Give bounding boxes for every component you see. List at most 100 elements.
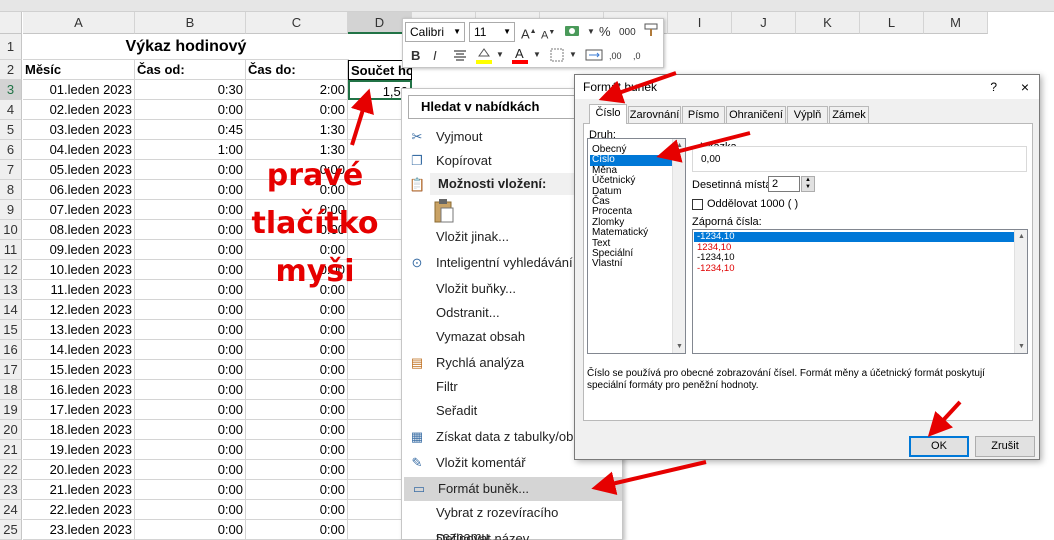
table-cell[interactable]: 0:00 [135,100,246,120]
accounting-format-icon[interactable] [563,23,583,43]
help-icon[interactable]: ? [990,75,997,99]
column-header[interactable]: A [23,12,135,34]
decrease-decimal-icon[interactable]: ,0 [633,48,641,64]
format-painter-icon[interactable] [643,22,659,42]
table-cell[interactable]: 0:00 [135,460,246,480]
table-cell[interactable]: 05.leden 2023 [23,160,135,180]
row-header[interactable]: 7 [0,160,22,180]
table-cell[interactable]: 1:00 [135,140,246,160]
negative-format-option[interactable]: -1234,10 [694,253,1014,263]
table-cell[interactable]: 0:00 [135,380,246,400]
menu-item[interactable]: ▭ Formát buněk... [404,477,622,501]
table-cell[interactable]: 0:00 [135,160,246,180]
row-header[interactable]: 11 [0,240,22,260]
column-header[interactable]: M [924,12,988,34]
table-cell[interactable]: 0:00 [135,260,246,280]
row-header[interactable]: 4 [0,100,22,120]
row-header[interactable]: 5 [0,120,22,140]
row-header[interactable]: 14 [0,300,22,320]
table-cell[interactable]: 0:00 [246,400,348,420]
table-cell[interactable]: 14.leden 2023 [23,340,135,360]
font-color-icon[interactable]: A [511,46,529,70]
table-cell[interactable]: 12.leden 2023 [23,300,135,320]
borders-icon[interactable] [549,47,565,67]
table-cell[interactable]: 04.leden 2023 [23,140,135,160]
align-center-icon[interactable] [453,48,467,66]
table-cell[interactable]: 0:00 [246,520,348,540]
table-cell[interactable]: 0:45 [135,120,246,140]
scroll-down-icon[interactable]: ▼ [673,340,686,353]
row-header[interactable]: 8 [0,180,22,200]
italic-icon[interactable]: I [433,48,437,64]
menu-item[interactable]: Vybrat z rozevíracího seznamu... [402,501,622,540]
tab-4[interactable]: Výplň [787,106,828,123]
table-cell[interactable]: 21.leden 2023 [23,480,135,500]
table-cell[interactable]: 0:00 [246,500,348,520]
table-cell[interactable]: 0:00 [135,480,246,500]
decimal-places-spinner[interactable]: ▲ ▼ [801,176,815,192]
select-all-corner[interactable] [0,12,22,34]
negative-format-option[interactable]: 1234,10 [694,242,1014,253]
paste-option-icon[interactable] [434,198,454,224]
thousands-separator-icon[interactable]: 000 [619,25,636,41]
table-cell[interactable]: 0:00 [135,220,246,240]
table-cell[interactable]: 1:30 [246,120,348,140]
row-header[interactable]: 16 [0,340,22,360]
table-cell[interactable]: 09.leden 2023 [23,240,135,260]
table-cell[interactable]: 0:00 [246,300,348,320]
table-cell[interactable]: 0:00 [246,440,348,460]
header-cell[interactable]: Měsíc [23,60,135,80]
sheet-title[interactable]: Výkaz hodinový [23,34,349,60]
header-cell[interactable]: Čas od: [135,60,246,80]
increase-decimal-icon[interactable]: ,00 [609,48,622,64]
column-header[interactable]: C [246,12,348,34]
table-cell[interactable]: 06.leden 2023 [23,180,135,200]
column-header[interactable]: L [860,12,924,34]
table-cell[interactable]: 2:00 [246,80,348,100]
table-cell[interactable]: 0:00 [246,340,348,360]
table-cell[interactable]: 0:00 [246,480,348,500]
scrollbar[interactable]: ▲ ▼ [672,139,685,353]
row-header[interactable]: 18 [0,380,22,400]
negative-format-option[interactable]: -1234,10 [694,263,1014,274]
table-cell[interactable]: 16.leden 2023 [23,380,135,400]
thousands-separator-checkbox[interactable] [692,199,703,210]
tab-2[interactable]: Písmo [682,106,725,123]
row-header[interactable]: 22 [0,460,22,480]
row-header[interactable]: 13 [0,280,22,300]
row-header[interactable]: 20 [0,420,22,440]
tab-3[interactable]: Ohraničení [726,106,786,123]
table-cell[interactable]: 0:00 [246,100,348,120]
table-cell[interactable]: 20.leden 2023 [23,460,135,480]
table-cell[interactable]: 0:00 [135,420,246,440]
table-cell[interactable]: 18.leden 2023 [23,420,135,440]
table-cell[interactable]: 07.leden 2023 [23,200,135,220]
table-cell[interactable]: 0:00 [135,340,246,360]
table-cell[interactable]: 0:00 [246,320,348,340]
scroll-up-icon[interactable]: ▲ [673,139,686,152]
header-cell[interactable]: Čas do: [246,60,348,80]
table-cell[interactable]: 02.leden 2023 [23,100,135,120]
negative-format-option[interactable]: -1234,10 [694,232,1014,242]
table-cell[interactable]: 0:00 [246,420,348,440]
row-header[interactable]: 12 [0,260,22,280]
row-header[interactable]: 21 [0,440,22,460]
font-name-dropdown[interactable]: Calibri ▼ [405,22,465,42]
row-header[interactable]: 2 [0,60,22,80]
table-cell[interactable]: 03.leden 2023 [23,120,135,140]
table-cell[interactable]: 0:00 [135,360,246,380]
column-header[interactable]: I [668,12,732,34]
table-cell[interactable]: 0:00 [135,280,246,300]
table-cell[interactable]: 0:00 [135,200,246,220]
table-cell[interactable]: 0:00 [246,360,348,380]
table-cell[interactable]: 17.leden 2023 [23,400,135,420]
table-cell[interactable]: 0:00 [135,240,246,260]
increase-font-icon[interactable]: A▲ [521,24,537,42]
font-size-dropdown[interactable]: 11 ▼ [469,22,515,42]
fill-color-icon[interactable] [475,46,493,70]
table-cell[interactable]: 0:00 [135,300,246,320]
tab-1[interactable]: Zarovnání [628,106,681,123]
table-cell[interactable]: 0:00 [135,180,246,200]
table-cell[interactable]: 13.leden 2023 [23,320,135,340]
row-header[interactable]: 15 [0,320,22,340]
